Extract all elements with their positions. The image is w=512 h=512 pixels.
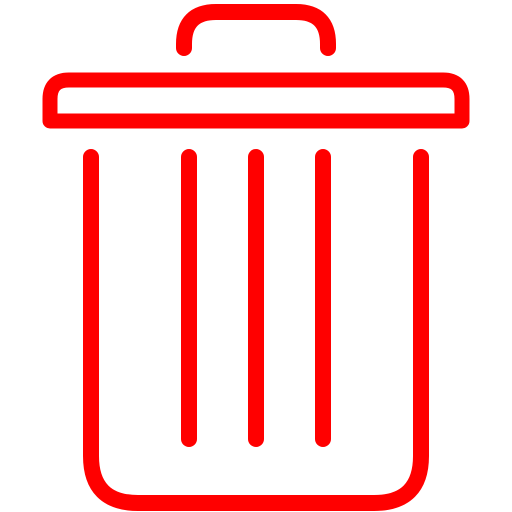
trash-lid [42,72,470,129]
trash-handle [176,4,336,56]
icon-canvas [0,0,512,512]
trash-can-icon [42,4,470,511]
